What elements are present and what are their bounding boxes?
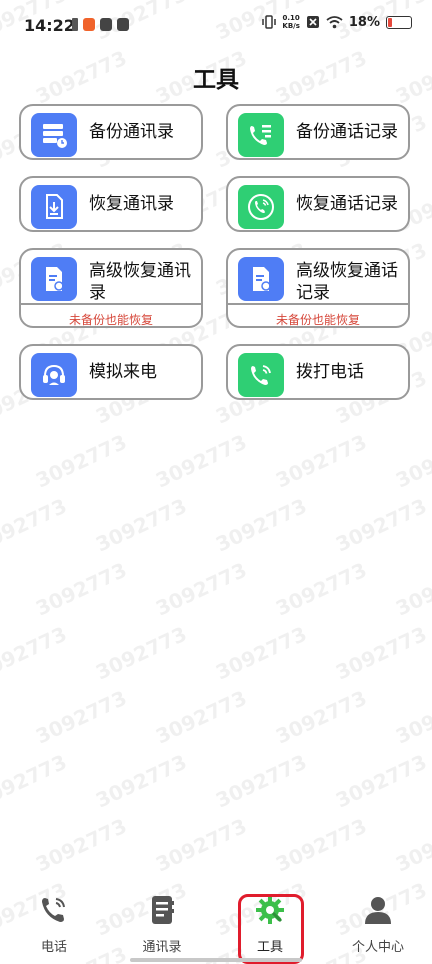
watermark-text: 3092773 <box>332 750 430 813</box>
contacts-backup-icon <box>31 113 77 157</box>
call-log-backup-icon <box>238 113 284 157</box>
bottom-tab-bar: 电话 通讯录 工具 个人中心 <box>0 880 432 964</box>
card-divider <box>19 303 203 305</box>
watermark-text: 3092773 <box>212 750 310 813</box>
backup-call-log-label: 备份通话记录 <box>296 122 398 142</box>
watermark-text: 3092773 <box>152 814 250 877</box>
person-icon <box>358 890 398 930</box>
watermark-text: 3092773 <box>392 814 432 877</box>
watermark-text: 3092773 <box>32 558 130 621</box>
restore-contacts-button[interactable]: 恢复通讯录 <box>19 176 203 232</box>
watermark-text: 3092773 <box>92 750 190 813</box>
watermark-text: 3092773 <box>272 558 370 621</box>
battery-percent: 18% <box>348 14 380 30</box>
tab-contacts[interactable]: 通讯录 <box>122 890 202 955</box>
net-speed: 0.10 KB/s <box>282 14 299 30</box>
advanced-restore-calls-button[interactable]: 高级恢复通话记录 未备份也能恢复 <box>226 248 410 328</box>
phone-call-icon <box>238 353 284 397</box>
watermark-text: 3092773 <box>0 622 70 685</box>
vibrate-icon <box>262 15 277 29</box>
advanced-restore-calls-label: 高级恢复通话记录 <box>296 261 398 303</box>
sim-icon <box>72 18 78 31</box>
dial-phone-label: 拨打电话 <box>296 362 364 382</box>
restore-call-log-label: 恢复通话记录 <box>296 194 398 214</box>
system-icons: 0.10 KB/s 18% <box>262 14 412 30</box>
net-speed-value: 0.10 <box>282 14 300 22</box>
watermark-text: 3092773 <box>272 430 370 493</box>
advanced-restore-contacts-button[interactable]: 高级恢复通讯录 未备份也能恢复 <box>19 248 203 328</box>
watermark-text: 3092773 <box>152 430 250 493</box>
watermark-text: 3092773 <box>0 494 70 557</box>
tab-profile-label: 个人中心 <box>351 940 404 955</box>
notification-icons <box>72 18 129 31</box>
watermark-text: 3092773 <box>272 686 370 749</box>
watermark-text: 3092773 <box>92 622 190 685</box>
dial-phone-button[interactable]: 拨打电话 <box>226 344 410 400</box>
watermark-text: 3092773 <box>212 622 310 685</box>
simulate-call-label: 模拟来电 <box>89 362 157 382</box>
card-divider <box>226 303 410 305</box>
link-notification-icon <box>100 18 112 31</box>
tab-contacts-label: 通讯录 <box>142 940 182 955</box>
no-sim-icon <box>306 16 319 28</box>
status-bar: 14:22 0.10 KB/s 18% <box>0 0 432 52</box>
active-tab-highlight <box>238 894 304 964</box>
backup-contacts-button[interactable]: 备份通讯录 <box>19 104 203 160</box>
status-time: 14:22 <box>24 16 75 35</box>
advanced-restore-contacts-label: 高级恢复通讯录 <box>89 261 191 303</box>
tab-phone[interactable]: 电话 <box>14 890 94 955</box>
watermark-text: 3092773 <box>32 686 130 749</box>
watermark-text: 3092773 <box>392 686 432 749</box>
watermark-text: 3092773 <box>392 430 432 493</box>
wifi-icon <box>326 15 343 28</box>
watermark-text: 3092773 <box>212 494 310 557</box>
app-notification-icon <box>83 18 95 31</box>
watermark-text: 3092773 <box>392 558 432 621</box>
restore-call-log-button[interactable]: 恢复通话记录 <box>226 176 410 232</box>
backup-contacts-label: 备份通讯录 <box>89 122 174 142</box>
simulate-call-button[interactable]: 模拟来电 <box>19 344 203 400</box>
watermark-text: 3092773 <box>92 494 190 557</box>
address-book-icon <box>142 890 182 930</box>
advanced-restore-calls-icon <box>238 257 284 301</box>
tab-profile[interactable]: 个人中心 <box>338 890 418 955</box>
restore-contacts-label: 恢复通讯录 <box>89 194 174 214</box>
advanced-restore-contacts-icon <box>31 257 77 301</box>
watermark-text: 3092773 <box>32 430 130 493</box>
advanced-restore-contacts-subtitle: 未备份也能恢复 <box>68 313 153 327</box>
watermark-text: 3092773 <box>32 814 130 877</box>
phone-icon <box>34 890 74 930</box>
watermark-text: 3092773 <box>152 558 250 621</box>
backup-call-log-button[interactable]: 备份通话记录 <box>226 104 410 160</box>
watermark-text: 3092773 <box>152 686 250 749</box>
page-title: 工具 <box>193 67 239 93</box>
watermark-text: 3092773 <box>272 814 370 877</box>
watermark-text: 3092773 <box>0 750 70 813</box>
tab-phone-label: 电话 <box>40 940 67 955</box>
call-log-restore-icon <box>238 185 284 229</box>
watermark-text: 3092773 <box>332 494 430 557</box>
message-notification-icon <box>117 18 129 31</box>
net-speed-unit: KB/s <box>282 22 300 30</box>
headset-icon <box>31 353 77 397</box>
home-indicator[interactable] <box>130 958 302 962</box>
advanced-restore-calls-subtitle: 未备份也能恢复 <box>275 313 360 327</box>
contacts-restore-icon <box>31 185 77 229</box>
watermark-text: 3092773 <box>332 622 430 685</box>
battery-icon <box>386 15 412 29</box>
